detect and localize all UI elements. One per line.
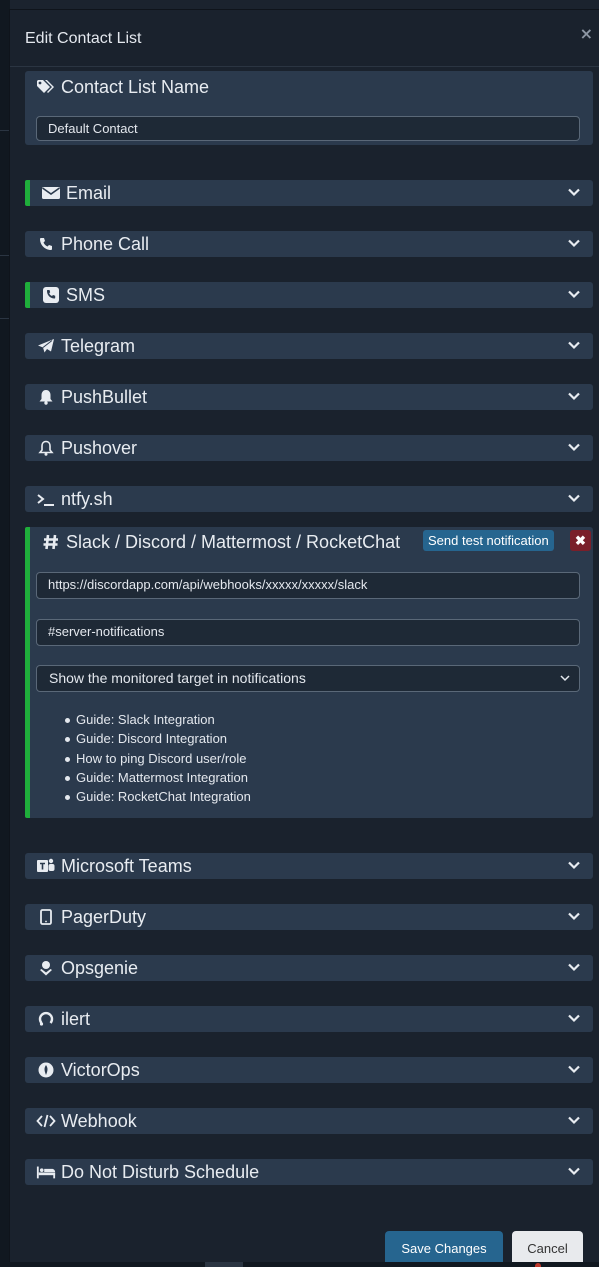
bed-icon xyxy=(36,1163,56,1181)
bell-icon xyxy=(36,388,56,406)
chevron-down-icon[interactable] xyxy=(567,960,581,974)
provider-label: Webhook xyxy=(61,1110,137,1131)
provider-panel-email[interactable]: Email xyxy=(25,180,593,206)
opsgenie-icon xyxy=(36,959,56,977)
provider-label: VictorOps xyxy=(61,1059,140,1080)
provider-header-pushbullet[interactable]: PushBullet xyxy=(25,384,593,410)
guide-list: Guide: Slack Integration Guide: Discord … xyxy=(65,712,251,808)
provider-label: Opsgenie xyxy=(61,957,139,978)
provider-label: Email xyxy=(66,182,112,203)
guide-link-discord[interactable]: Guide: Discord Integration xyxy=(65,731,251,750)
provider-panel-webhook[interactable]: Webhook xyxy=(25,1108,593,1134)
close-icon[interactable]: × xyxy=(580,24,593,43)
contact-list-name-panel: Contact List Name Default Contact xyxy=(25,71,593,145)
provider-panel-pushover[interactable]: Pushover xyxy=(25,435,593,461)
provider-header-pushover[interactable]: Pushover xyxy=(25,435,593,461)
chevron-down-icon[interactable] xyxy=(567,1062,581,1076)
phone-square-icon xyxy=(41,286,61,304)
page-backdrop xyxy=(0,0,10,1267)
provider-label: Phone Call xyxy=(61,233,150,254)
provider-header-webhook[interactable]: Webhook xyxy=(25,1108,593,1134)
terminal-icon xyxy=(36,490,56,508)
victorops-icon xyxy=(36,1061,56,1079)
remove-provider-button[interactable]: ✖ xyxy=(570,530,591,551)
contact-list-name-header: Contact List Name xyxy=(25,71,593,101)
provider-panel-ilert[interactable]: ilert xyxy=(25,1006,593,1032)
provider-label: ntfy.sh xyxy=(61,488,113,509)
slack-header[interactable]: Slack / Discord / Mattermost / RocketCha… xyxy=(25,527,593,557)
provider-header-opsgenie[interactable]: Opsgenie xyxy=(25,955,593,981)
provider-label: PagerDuty xyxy=(61,906,147,927)
chevron-down-icon[interactable] xyxy=(567,1113,581,1127)
provider-header-phone[interactable]: Phone Call xyxy=(25,231,593,257)
provider-panel-opsgenie[interactable]: Opsgenie xyxy=(25,955,593,981)
provider-label: ilert xyxy=(61,1008,91,1029)
chevron-down-icon[interactable] xyxy=(567,389,581,403)
send-test-notification-button[interactable]: Send test notification xyxy=(423,530,554,551)
target-display-value: Show the monitored target in notificatio… xyxy=(49,670,306,686)
contact-list-name-input[interactable]: Default Contact xyxy=(36,116,580,141)
tags-icon xyxy=(36,78,56,96)
provider-header-pagerduty[interactable]: PagerDuty xyxy=(25,904,593,930)
chevron-down-icon[interactable] xyxy=(567,185,581,199)
ilert-icon xyxy=(36,1010,56,1028)
provider-label: PushBullet xyxy=(61,386,148,407)
chevron-down-icon[interactable] xyxy=(567,1011,581,1025)
chevron-down-icon[interactable] xyxy=(567,236,581,250)
provider-header-dnd[interactable]: Do Not Disturb Schedule xyxy=(25,1159,593,1185)
chevron-down-icon[interactable] xyxy=(567,287,581,301)
contact-list-name-label: Contact List Name xyxy=(61,76,210,97)
code-icon xyxy=(36,1112,56,1130)
hash-icon xyxy=(41,533,61,551)
provider-label: Do Not Disturb Schedule xyxy=(61,1161,260,1182)
modal-title: Edit Contact List xyxy=(25,30,142,47)
provider-panel-pushbullet[interactable]: PushBullet xyxy=(25,384,593,410)
slack-label: Slack / Discord / Mattermost / RocketCha… xyxy=(66,531,401,552)
guide-link-slack[interactable]: Guide: Slack Integration xyxy=(65,712,251,731)
bottom-strip xyxy=(0,1262,599,1267)
paper-plane-icon xyxy=(36,337,56,355)
webhook-url-input[interactable]: https://discordapp.com/api/webhooks/xxxx… xyxy=(36,572,580,599)
provider-label: SMS xyxy=(66,284,106,305)
chevron-down-icon[interactable] xyxy=(567,909,581,923)
provider-header-email[interactable]: Email xyxy=(25,180,593,206)
provider-header-telegram[interactable]: Telegram xyxy=(25,333,593,359)
provider-panel-ntfy[interactable]: ntfy.sh xyxy=(25,486,593,512)
slack-panel: Slack / Discord / Mattermost / RocketCha… xyxy=(25,527,593,818)
provider-panel-dnd[interactable]: Do Not Disturb Schedule xyxy=(25,1159,593,1185)
modal-header: Edit Contact List × xyxy=(10,10,599,67)
provider-header-ntfy[interactable]: ntfy.sh xyxy=(25,486,593,512)
bell-outline-icon xyxy=(36,439,56,457)
provider-panel-telegram[interactable]: Telegram xyxy=(25,333,593,359)
guide-link-rocketchat[interactable]: Guide: RocketChat Integration xyxy=(65,789,251,808)
envelope-icon xyxy=(41,184,61,202)
chevron-down-icon xyxy=(559,672,571,684)
chevron-down-icon[interactable] xyxy=(567,440,581,454)
guide-link-discord-ping[interactable]: How to ping Discord user/role xyxy=(65,751,251,770)
channel-input[interactable]: #server-notifications xyxy=(36,619,580,646)
provider-panel-victorops[interactable]: VictorOps xyxy=(25,1057,593,1083)
teams-icon xyxy=(36,857,56,875)
chevron-down-icon[interactable] xyxy=(567,858,581,872)
chevron-down-icon[interactable] xyxy=(567,1164,581,1178)
provider-header-victorops[interactable]: VictorOps xyxy=(25,1057,593,1083)
guide-link-mattermost[interactable]: Guide: Mattermost Integration xyxy=(65,770,251,789)
target-display-select[interactable]: Show the monitored target in notificatio… xyxy=(36,665,580,692)
tablet-icon xyxy=(36,908,56,926)
chevron-down-icon[interactable] xyxy=(567,338,581,352)
provider-header-teams[interactable]: Microsoft Teams xyxy=(25,853,593,879)
provider-label: Telegram xyxy=(61,335,136,356)
enabled-accent xyxy=(25,527,30,818)
chevron-down-icon[interactable] xyxy=(567,491,581,505)
provider-panel-phone[interactable]: Phone Call xyxy=(25,231,593,257)
provider-header-ilert[interactable]: ilert xyxy=(25,1006,593,1032)
provider-panel-teams[interactable]: Microsoft Teams xyxy=(25,853,593,879)
provider-panel-sms[interactable]: SMS xyxy=(25,282,593,308)
provider-label: Pushover xyxy=(61,437,138,458)
phone-icon xyxy=(36,235,56,253)
provider-label: Microsoft Teams xyxy=(61,855,192,876)
provider-header-sms[interactable]: SMS xyxy=(25,282,593,308)
provider-panel-pagerduty[interactable]: PagerDuty xyxy=(25,904,593,930)
